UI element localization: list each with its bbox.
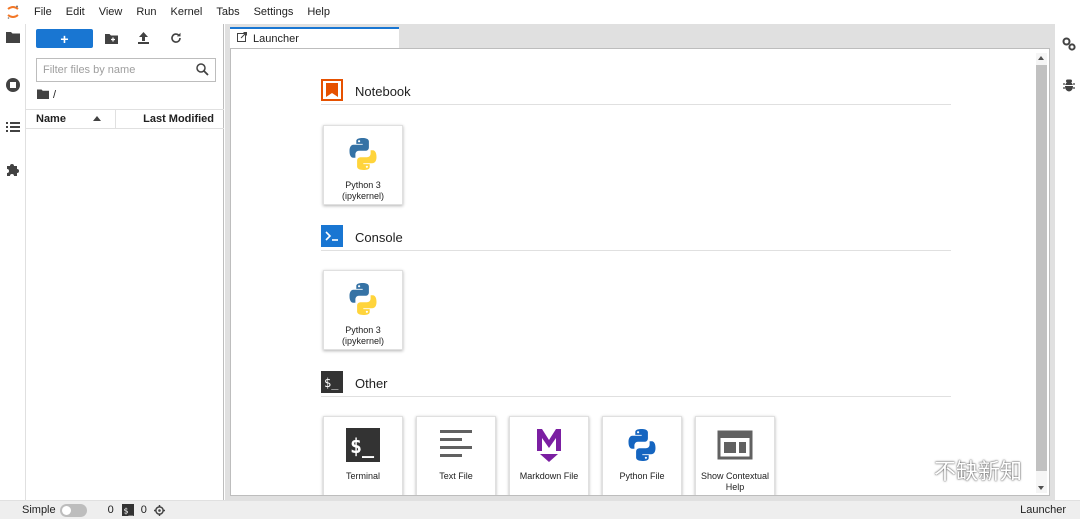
jupyter-logo-icon	[0, 0, 26, 24]
status-current-activity: Launcher	[1020, 504, 1066, 516]
file-browser-toolbar: +	[26, 24, 224, 54]
folder-icon[interactable]	[4, 28, 22, 46]
watermark-text: 不缺新知	[934, 460, 1023, 485]
card-label: Show Contextual Help	[700, 471, 770, 492]
refresh-icon[interactable]	[169, 31, 183, 45]
card-label: Markdown File	[519, 471, 579, 481]
terminals-count[interactable]: 0	[108, 504, 114, 516]
card-python-file[interactable]: Python File	[602, 416, 682, 495]
tab-label: Launcher	[253, 32, 299, 45]
launcher-tab-icon	[237, 32, 247, 45]
scrollbar-thumb[interactable]	[1036, 65, 1047, 471]
extensions-puzzle-icon[interactable]	[4, 160, 22, 178]
section-console: Console	[321, 225, 951, 251]
menu-kernel[interactable]: Kernel	[164, 0, 210, 24]
column-header-last-modified[interactable]: Last Modified	[116, 110, 224, 128]
status-bar: Simple 0 $_ 0 Launcher	[0, 500, 1080, 519]
search-icon	[196, 63, 209, 79]
section-title-other: Other	[355, 376, 388, 391]
debugger-bug-icon[interactable]	[1060, 76, 1078, 94]
section-title-console: Console	[355, 230, 403, 245]
launcher-scrollbar[interactable]	[1036, 53, 1047, 493]
card-text-file[interactable]: Text File	[416, 416, 496, 495]
other-section-icon: $_	[321, 371, 343, 396]
section-notebook: Notebook	[321, 79, 951, 105]
terminal-icon: $_	[345, 427, 381, 463]
card-label: Terminal	[345, 471, 380, 481]
wechat-watermark: 不缺新知	[888, 452, 1022, 488]
new-launcher-button[interactable]: +	[36, 29, 93, 48]
breadcrumb-root[interactable]: /	[53, 89, 56, 101]
python-logo-icon	[345, 281, 381, 317]
upload-icon[interactable]	[136, 31, 150, 45]
column-name-label: Name	[36, 113, 66, 125]
file-listing-header: Name Last Modified	[26, 109, 224, 129]
menu-help[interactable]: Help	[300, 0, 337, 24]
card-show-contextual-help[interactable]: Show Contextual Help	[695, 416, 775, 495]
property-inspector-gears-icon[interactable]	[1060, 35, 1078, 53]
svg-text:$_: $_	[123, 507, 133, 516]
sort-ascending-icon	[93, 116, 101, 121]
python-file-icon	[624, 427, 660, 463]
home-folder-icon[interactable]	[37, 89, 49, 102]
contextual-help-icon	[717, 427, 753, 463]
menu-view[interactable]: View	[92, 0, 130, 24]
menu-run[interactable]: Run	[129, 0, 163, 24]
text-file-icon	[438, 427, 474, 463]
notebook-section-icon	[321, 79, 343, 104]
card-label: Python 3 (ipykernel)	[341, 325, 384, 346]
file-browser-panel: + / Name Last Modified	[26, 24, 224, 500]
column-header-name[interactable]: Name	[26, 110, 116, 128]
new-folder-icon[interactable]	[104, 31, 118, 45]
left-sidebar	[0, 24, 26, 500]
simple-mode-toggle[interactable]	[59, 503, 87, 517]
kernels-count[interactable]: 0	[141, 504, 147, 516]
section-other: $_ Other	[321, 371, 951, 397]
table-of-contents-icon[interactable]	[4, 118, 22, 136]
markdown-icon	[531, 427, 567, 463]
main-dock-area: Launcher Notebook Python 3 (ipykernel) C…	[225, 24, 1054, 500]
card-terminal[interactable]: $_ Terminal	[323, 416, 403, 495]
filter-files-field[interactable]	[36, 58, 216, 82]
svg-text:$_: $_	[324, 376, 339, 390]
card-markdown-file[interactable]: Markdown File	[509, 416, 589, 495]
scroll-up-icon[interactable]	[1038, 56, 1044, 60]
terminal-status-icon: $_	[121, 504, 134, 516]
menu-tabs[interactable]: Tabs	[209, 0, 246, 24]
card-console-python3[interactable]: Python 3 (ipykernel)	[323, 270, 403, 350]
console-section-icon	[321, 225, 343, 250]
launcher-panel: Notebook Python 3 (ipykernel) Console Py…	[230, 48, 1050, 496]
wechat-logo-icon	[888, 452, 928, 488]
toggle-knob	[61, 505, 71, 515]
tab-launcher[interactable]: Launcher	[230, 27, 399, 48]
filter-files-input[interactable]	[37, 59, 187, 81]
menu-edit[interactable]: Edit	[59, 0, 92, 24]
kernel-status-gear-icon	[153, 504, 165, 516]
card-notebook-python3[interactable]: Python 3 (ipykernel)	[323, 125, 403, 205]
menu-settings[interactable]: Settings	[247, 0, 301, 24]
simple-mode-label: Simple	[22, 504, 56, 516]
card-label: Python 3 (ipykernel)	[341, 180, 384, 201]
scroll-down-icon[interactable]	[1038, 486, 1044, 490]
running-sessions-icon[interactable]	[4, 76, 22, 94]
svg-text:$_: $_	[350, 434, 375, 458]
right-sidebar	[1054, 24, 1080, 500]
section-title-notebook: Notebook	[355, 84, 411, 99]
card-label: Text File	[439, 471, 473, 481]
card-label: Python File	[619, 471, 665, 481]
python-logo-icon	[345, 136, 381, 172]
breadcrumb: /	[37, 88, 56, 102]
menu-bar: File Edit View Run Kernel Tabs Settings …	[0, 0, 1080, 24]
menu-file[interactable]: File	[27, 0, 59, 24]
